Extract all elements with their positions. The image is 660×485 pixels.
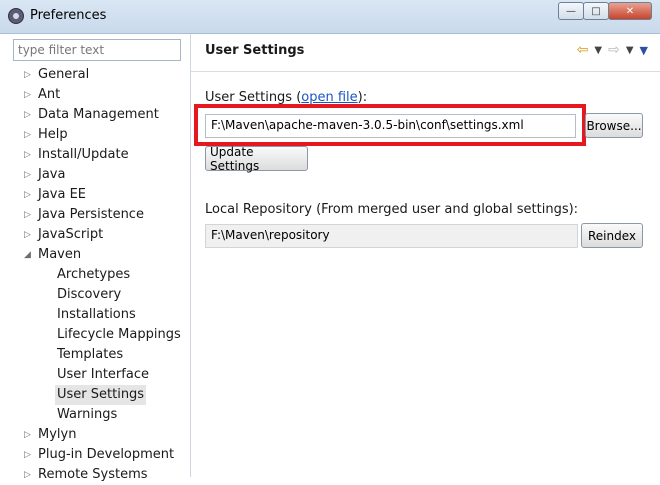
tree-item-label: Data Management [38,107,159,122]
tree-item-label: Ant [38,87,61,102]
tree-item[interactable]: ▷ General [0,65,190,85]
tree-item[interactable]: Discovery [0,285,190,305]
tree-item-label: Java [38,167,66,182]
preferences-tree-panel: ▷ General ▷ Ant ▷ Data Management ▷ Help ▷ Instal… [0,34,191,482]
tree-item[interactable]: Templates [0,345,190,365]
forward-dropdown-icon[interactable]: ▼ [626,45,634,56]
tree-item[interactable]: ▷ Remote Systems [0,465,190,485]
page-title: User Settings [205,43,305,58]
tree-item[interactable]: ▷ Java [0,165,190,185]
tree-item-label: Java Persistence [38,207,144,222]
tree-item[interactable]: ▷ Java EE [0,185,190,205]
update-settings-button[interactable]: Update Settings [205,145,308,173]
user-settings-label-text: User Settings ( [205,90,302,105]
open-file-link[interactable]: open file [301,90,357,105]
tree-item[interactable]: ▷ Plug-in Development [0,445,190,465]
user-settings-label-end: ): [357,90,368,105]
collapsed-arrow-icon[interactable]: ▷ [24,105,31,125]
minimize-button[interactable]: — [558,2,584,20]
header-separator [191,71,660,72]
tree-item[interactable]: ▷ Mylyn [0,425,190,445]
collapsed-arrow-icon[interactable]: ▷ [24,445,31,465]
tree-item-label: Plug-in Development [38,447,175,462]
tree-item-label: User Settings [55,385,147,405]
tree-item-label: Discovery [57,287,122,302]
tree-item[interactable]: ▷ Ant [0,85,190,105]
collapsed-arrow-icon[interactable]: ▷ [24,205,31,225]
tree-item-label: Mylyn [38,427,77,442]
collapsed-arrow-icon[interactable]: ▷ [24,65,31,85]
title-bar: Preferences — □ ✕ [0,0,660,34]
window-title: Preferences [30,8,107,23]
tree-item-label: General [38,67,90,82]
tree-item-label: Lifecycle Mappings [57,327,181,342]
settings-page: User Settings ⇦ ▼ ⇨ ▼ ▼ User Settings (o… [191,34,660,477]
page-navigation: ⇦ ▼ ⇨ ▼ ▼ [571,42,648,58]
collapsed-arrow-icon[interactable]: ▷ [24,465,31,485]
tree-item[interactable]: ▷ Java Persistence [0,205,190,225]
tree-item-label: Remote Systems [38,467,148,482]
collapsed-arrow-icon[interactable]: ▷ [24,85,31,105]
user-settings-label: User Settings (open file): [205,90,367,105]
preferences-window: Preferences — □ ✕ ▷ General ▷ Ant ▷ Data Mana… [0,0,660,482]
view-menu-icon[interactable]: ▼ [640,44,648,57]
reindex-button[interactable]: Reindex [581,223,643,248]
tree-item-label: Archetypes [57,267,131,282]
maximize-button[interactable]: □ [583,2,609,20]
local-repository-label: Local Repository (From merged user and g… [205,202,579,217]
collapsed-arrow-icon[interactable]: ▷ [24,425,31,445]
tree-item[interactable]: ◢ Maven [0,245,190,265]
tree-item-label: Templates [57,347,124,362]
user-settings-field[interactable]: F:\Maven\apache-maven-3.0.5-bin\conf\set… [205,114,576,138]
preferences-tree: ▷ General ▷ Ant ▷ Data Management ▷ Help ▷ Instal… [0,65,190,485]
tree-item-label: JavaScript [38,227,104,242]
tree-item-label: Install/Update [38,147,129,162]
tree-item-label: Maven [38,247,82,262]
collapsed-arrow-icon[interactable]: ▷ [24,145,31,165]
tree-item[interactable]: ▷ Install/Update [0,145,190,165]
close-button[interactable]: ✕ [608,2,652,20]
tree-item[interactable]: Lifecycle Mappings [0,325,190,345]
tree-item-label: Installations [57,307,136,322]
back-arrow-icon[interactable]: ⇦ [577,42,589,58]
tree-item[interactable]: ▷ JavaScript [0,225,190,245]
eclipse-icon [8,8,24,24]
tree-item[interactable]: Warnings [0,405,190,425]
collapsed-arrow-icon[interactable]: ▷ [24,225,31,245]
tree-item[interactable]: ▷ Help [0,125,190,145]
window-controls: — □ ✕ [558,2,652,20]
tree-item[interactable]: User Settings [0,385,190,405]
filter-input[interactable] [13,39,181,61]
tree-item[interactable]: Archetypes [0,265,190,285]
tree-item[interactable]: User Interface [0,365,190,385]
local-repository-field: F:\Maven\repository [205,224,578,248]
collapsed-arrow-icon[interactable]: ▷ [24,185,31,205]
collapsed-arrow-icon[interactable]: ▷ [24,125,31,145]
collapsed-arrow-icon[interactable]: ▷ [24,165,31,185]
browse-button[interactable]: Browse... [585,113,643,138]
expanded-arrow-icon[interactable]: ◢ [24,245,31,265]
forward-arrow-icon[interactable]: ⇨ [608,42,620,58]
tree-item-label: Help [38,127,68,142]
tree-item-label: User Interface [57,367,149,382]
tree-item[interactable]: ▷ Data Management [0,105,190,125]
tree-item[interactable]: Installations [0,305,190,325]
back-dropdown-icon[interactable]: ▼ [594,45,602,56]
tree-item-label: Warnings [57,407,118,422]
tree-item-label: Java EE [38,187,87,202]
